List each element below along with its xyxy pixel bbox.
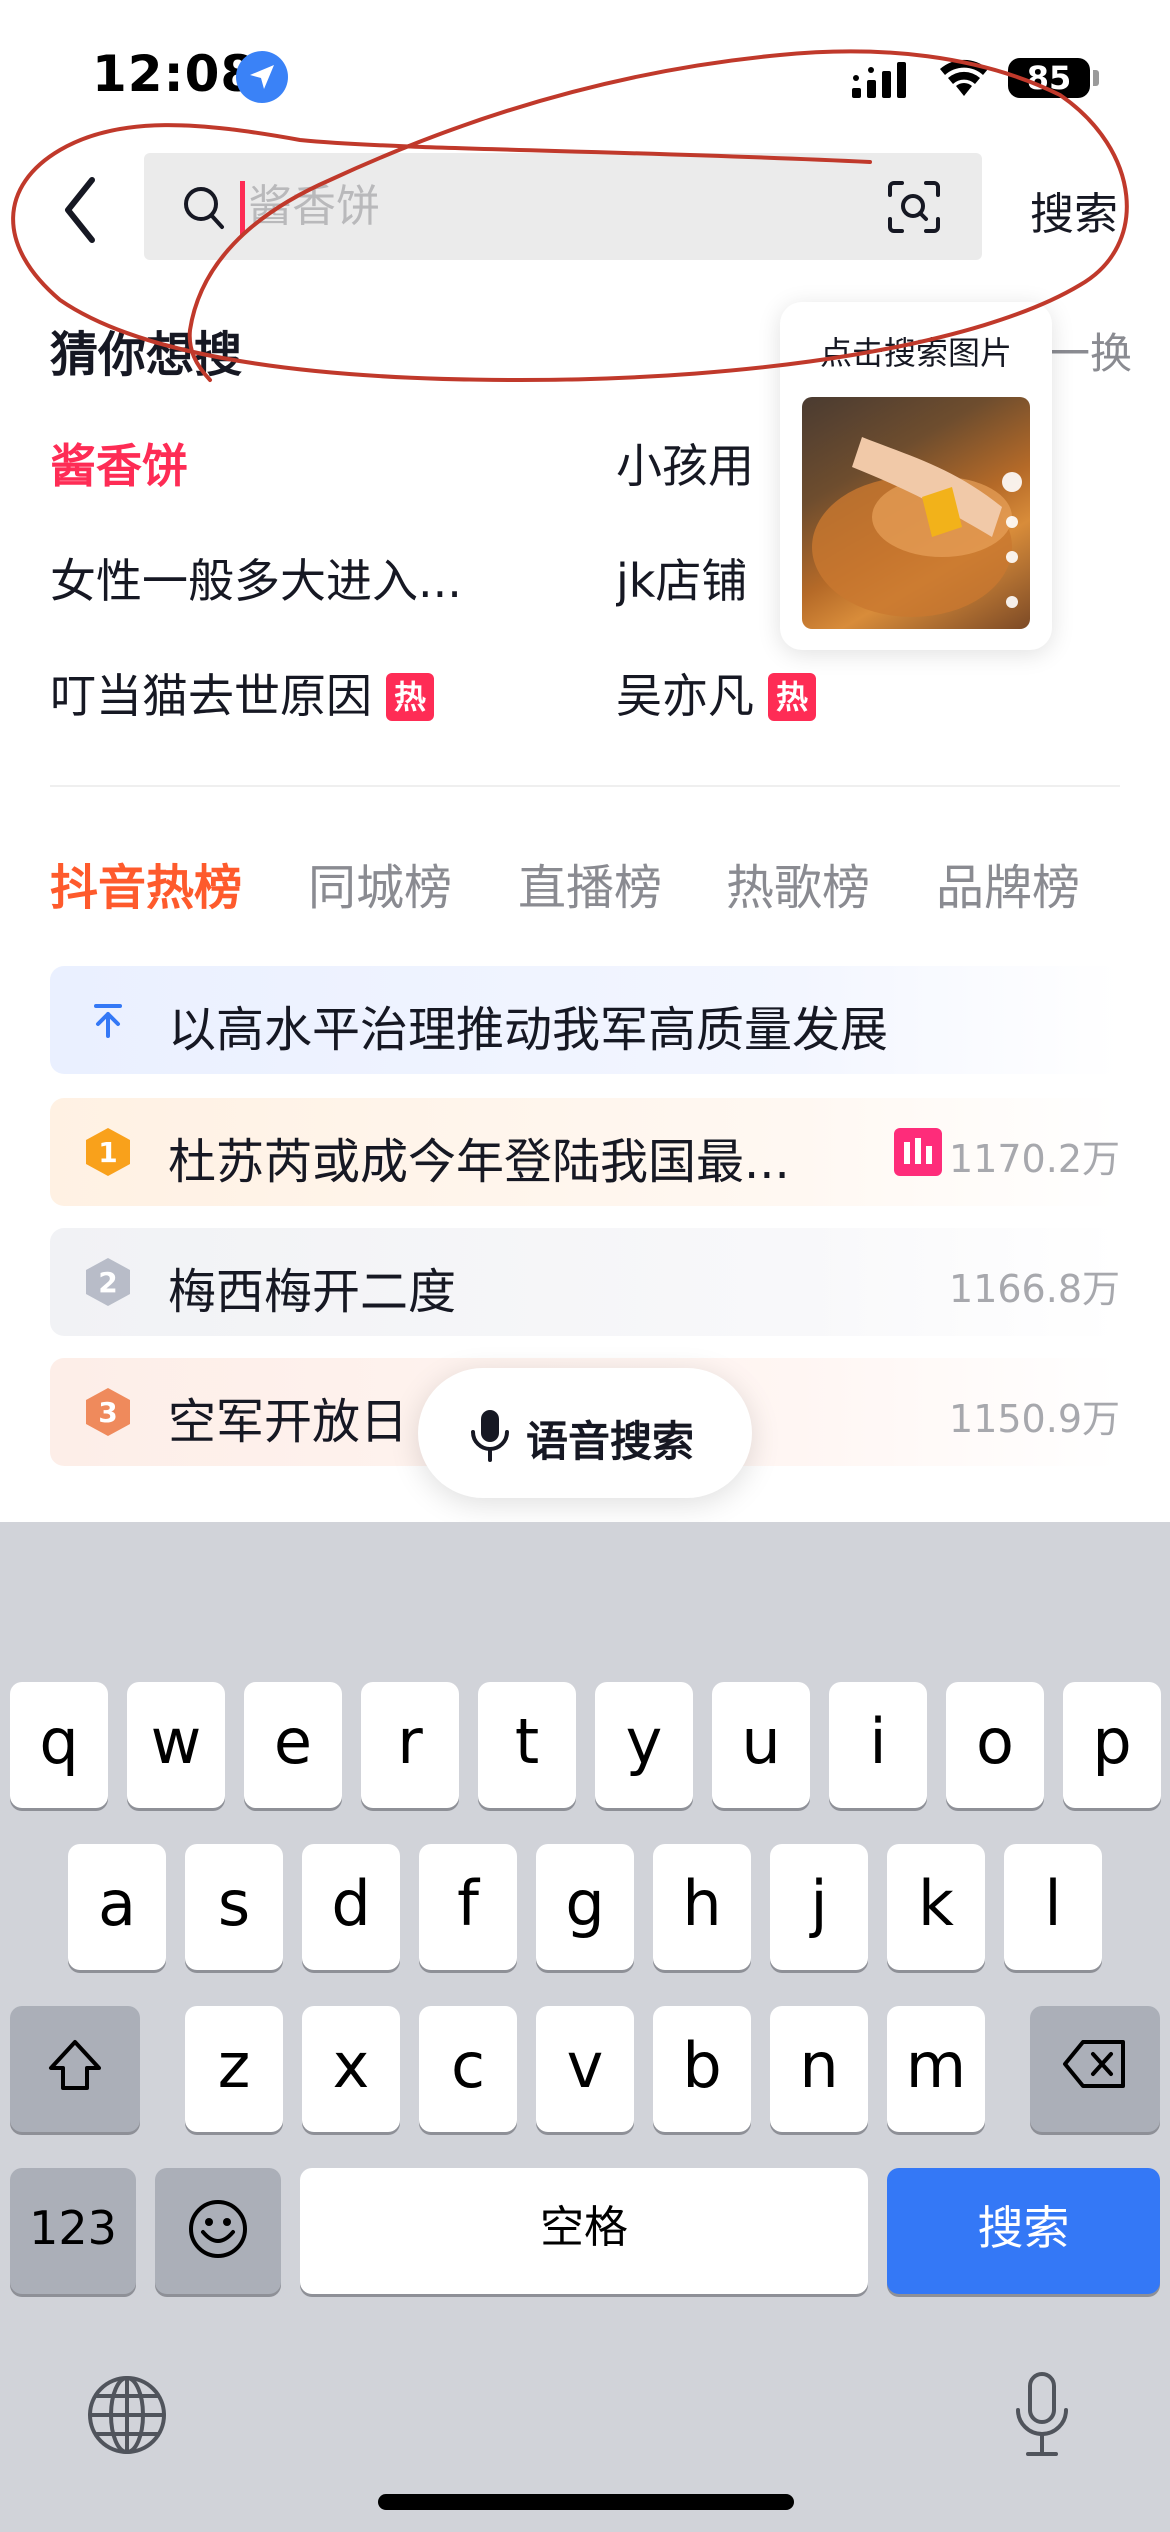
home-indicator [378,2494,794,2510]
svg-text:3: 3 [98,1396,117,1429]
key-z[interactable]: z [185,2006,283,2132]
dictation-mic-icon[interactable] [1012,2370,1072,2460]
shift-arrow-icon [49,2040,101,2090]
key-f[interactable]: f [419,1844,517,1970]
refresh-button[interactable]: 一换 [1048,320,1132,381]
space-key[interactable]: 空格 [300,2168,868,2294]
key-p[interactable]: p [1063,1682,1161,1808]
tab-live[interactable]: 直播榜 [518,848,662,918]
search-input[interactable] [248,173,848,240]
emoji-key[interactable] [155,2168,281,2294]
hot-list-row[interactable]: 以高水平治理推动我军高质量发展 [50,966,1120,1074]
suggestion-item[interactable]: 叮当猫去世原因热 [50,660,434,726]
key-m[interactable]: m [887,2006,985,2132]
key-l[interactable]: l [1004,1844,1102,1970]
shift-key[interactable] [10,2006,140,2132]
rank-2-badge-icon: 2 [86,1258,130,1306]
key-h[interactable]: h [653,1844,751,1970]
tab-songs[interactable]: 热歌榜 [726,848,870,918]
search-submit-button[interactable]: 搜索 [1030,178,1118,242]
hot-item-count: 1170.2万 [949,1137,1120,1181]
svg-text:1: 1 [98,1136,117,1169]
search-box[interactable] [144,153,982,260]
suggestion-item[interactable]: 小孩用 [616,430,796,496]
food-photo [812,437,1022,617]
key-j[interactable]: j [770,1844,868,1970]
cellular-signal-icon [852,62,906,98]
text-caret [240,181,245,235]
key-i[interactable]: i [829,1682,927,1808]
battery-indicator: 85 [1008,58,1090,98]
hot-list-row[interactable]: 2 梅西梅开二度 1166.8万 [50,1228,1120,1336]
suggestion-item[interactable]: 酱香饼 [50,430,188,496]
hot-list-row[interactable]: 1 杜苏芮或成今年登陆我国最... 1170.2万 [50,1098,1120,1206]
key-e[interactable]: e [244,1682,342,1808]
rank-3-badge-icon: 3 [86,1388,130,1436]
key-d[interactable]: d [302,1844,400,1970]
key-q[interactable]: q [10,1682,108,1808]
suggestion-item[interactable]: 吴亦凡热 [616,660,816,726]
keyboard: q w e r t y u i o p a s d f g h j k l z … [0,1522,1170,2532]
key-k[interactable]: k [887,1844,985,1970]
hot-badge: 热 [386,673,434,721]
battery-tip [1093,70,1099,86]
tab-douyin-hot[interactable]: 抖音热榜 [50,848,242,918]
image-popup-label: 点击搜索图片 [819,334,1012,372]
delete-key[interactable] [1030,2006,1160,2132]
status-time: 12:08 [92,45,257,103]
numbers-key[interactable]: 123 [10,2168,136,2294]
key-a[interactable]: a [68,1844,166,1970]
back-button[interactable] [50,170,120,250]
key-u[interactable]: u [712,1682,810,1808]
guess-section-title: 猜你想搜 [50,327,243,383]
status-bar: 12:08 85 [0,0,1170,150]
search-go-key[interactable]: 搜索 [887,2168,1160,2294]
key-n[interactable]: n [770,2006,868,2132]
key-s[interactable]: s [185,1844,283,1970]
image-search-popup[interactable]: 点击搜索图片 [780,302,1052,650]
section-divider [50,785,1120,787]
key-g[interactable]: g [536,1844,634,1970]
key-v[interactable]: v [536,2006,634,2132]
key-y[interactable]: y [595,1682,693,1808]
search-icon [184,187,224,229]
key-o[interactable]: o [946,1682,1044,1808]
key-c[interactable]: c [419,2006,517,2132]
rank-1-badge-icon: 1 [86,1128,130,1176]
wifi-icon [940,59,988,96]
screenshot-thumbnail[interactable] [802,397,1030,629]
globe-icon[interactable] [86,2374,168,2456]
delete-icon [1063,2040,1125,2088]
voice-search-button[interactable]: 语音搜索 [418,1368,752,1498]
key-b[interactable]: b [653,2006,751,2132]
hot-item-title: 杜苏芮或成今年登陆我国最... [168,1134,790,1190]
key-t[interactable]: t [478,1682,576,1808]
suggestion-item[interactable]: 女性一般多大进入... [50,545,462,611]
tab-city[interactable]: 同城榜 [308,848,452,918]
hot-badge: 热 [768,673,816,721]
location-arrow-icon [236,51,288,103]
live-bars-icon [894,1128,942,1176]
key-w[interactable]: w [127,1682,225,1808]
image-search-icon[interactable] [884,177,944,237]
hot-item-title: 梅西梅开二度 [168,1264,457,1320]
hot-item-title: 空军开放日 [168,1394,409,1450]
hot-item-title: 以高水平治理推动我军高质量发展 [168,1002,889,1058]
voice-search-label: 语音搜索 [526,1417,695,1466]
emoji-icon [189,2200,247,2258]
svg-text:2: 2 [98,1266,117,1299]
key-r[interactable]: r [361,1682,459,1808]
microphone-icon [471,1410,509,1462]
suggestion-item[interactable]: jk店铺 [616,545,747,611]
hot-item-count: 1166.8万 [949,1267,1120,1311]
hot-item-count: 1150.9万 [949,1397,1120,1441]
key-x[interactable]: x [302,2006,400,2132]
pinned-arrow-icon [94,1004,122,1038]
tab-brands[interactable]: 品牌榜 [936,848,1080,918]
